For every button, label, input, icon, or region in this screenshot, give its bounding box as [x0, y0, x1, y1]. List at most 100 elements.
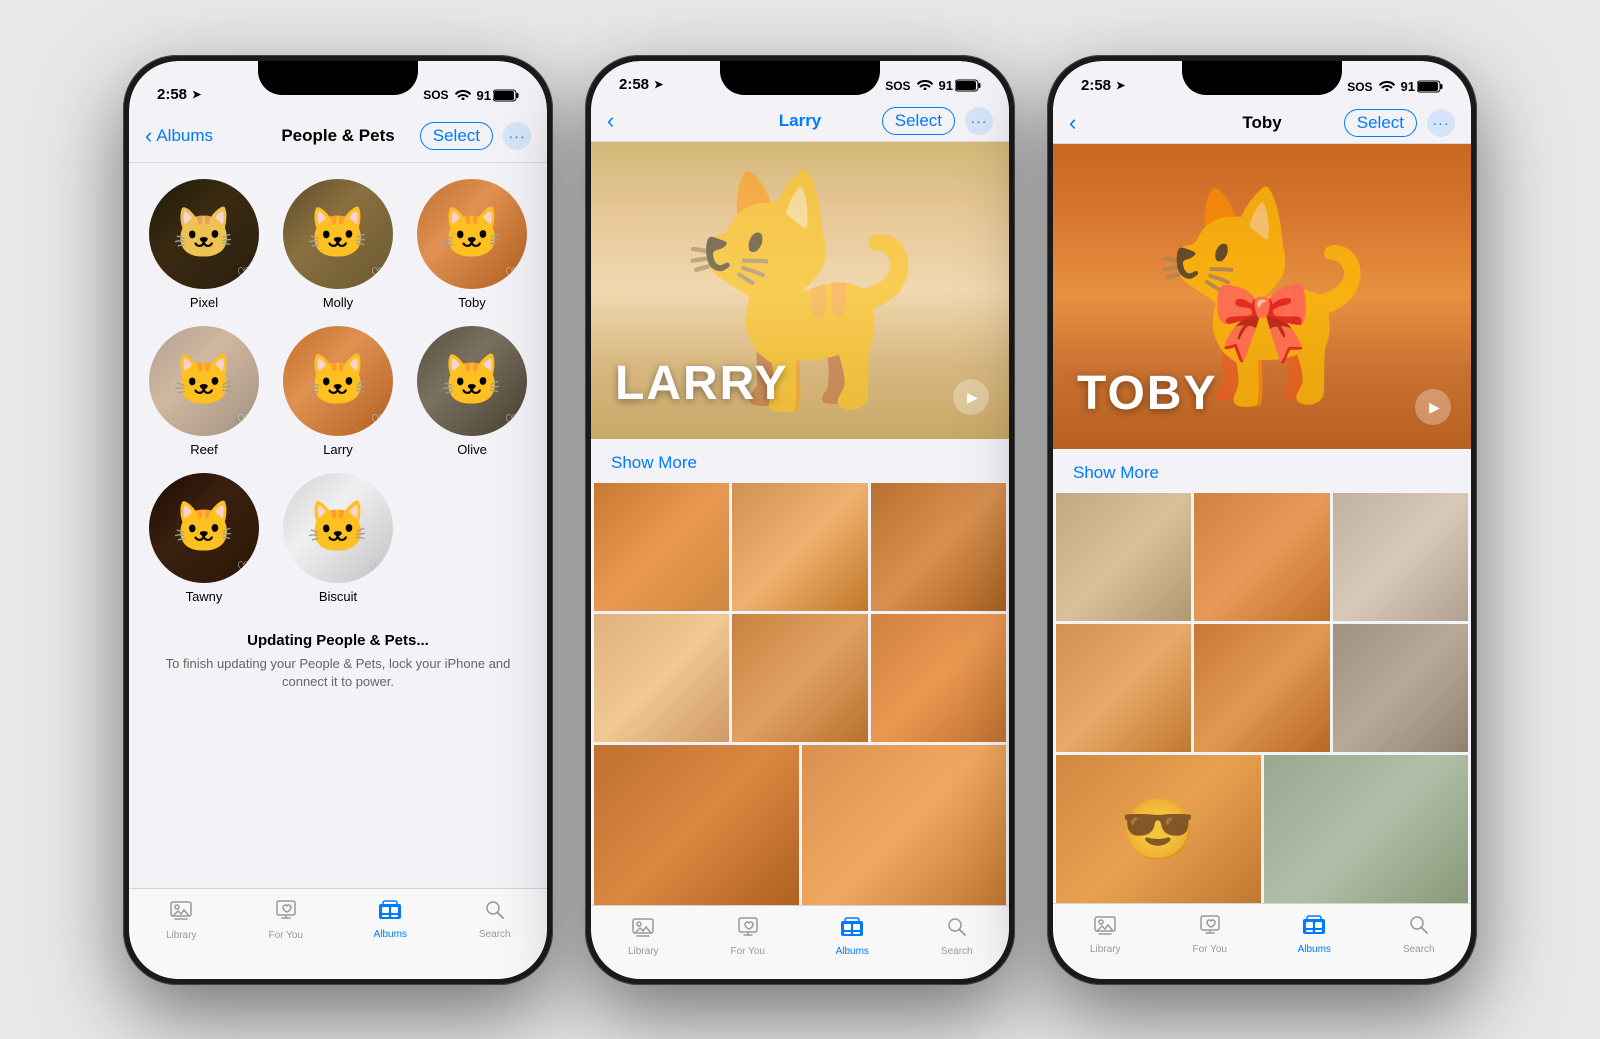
more-button-1[interactable]: ··· [503, 122, 531, 150]
pet-item-toby[interactable]: 🐱 ♡ Toby [409, 179, 535, 310]
pet-name-biscuit: Biscuit [319, 589, 357, 604]
photo-1-larry[interactable] [594, 483, 729, 611]
pet-item-larry[interactable]: 🐱 ♡ Larry [275, 326, 401, 457]
pet-item-reef[interactable]: 🐱 ♡ Reef [141, 326, 267, 457]
photo-5-larry[interactable] [732, 614, 867, 742]
pet-item-molly[interactable]: 🐱 ♡ Molly [275, 179, 401, 310]
pet-avatar-toby[interactable]: 🐱 ♡ [417, 179, 527, 289]
tab-albums-2[interactable]: Albums [800, 916, 905, 957]
status-right-2: SOS 91 [885, 78, 981, 93]
nav-bar-1: ‹ Albums People & Pets Select ··· [129, 111, 547, 163]
photo-t3[interactable] [1333, 493, 1468, 621]
scroll-area-1[interactable]: 🐱 ♡ Pixel 🐱 ♡ Molly [129, 163, 547, 888]
pet-avatar-larry[interactable]: 🐱 ♡ [283, 326, 393, 436]
sos-label-1: SOS [423, 88, 448, 102]
location-icon-2: ➤ [654, 78, 663, 91]
tab-bar-2: Library For You [591, 905, 1009, 972]
status-right-3: SOS 91 [1347, 79, 1443, 94]
pet-name-larry: Larry [323, 442, 353, 457]
photo-t4[interactable] [1056, 624, 1191, 752]
pet-item-tawny[interactable]: 🐱 ♡ Tawny [141, 473, 267, 604]
pet-avatar-olive[interactable]: 🐱 ♡ [417, 326, 527, 436]
search-icon-2 [946, 916, 968, 943]
update-notice-text: To finish updating your People & Pets, l… [159, 655, 517, 691]
pet-name-olive: Olive [457, 442, 487, 457]
photo-t1[interactable] [1056, 493, 1191, 621]
page-title-2: Larry [779, 111, 822, 131]
tab-search-3[interactable]: Search [1367, 914, 1472, 955]
photo-8-larry[interactable] [802, 745, 1007, 905]
chevron-left-icon-2: ‹ [607, 110, 614, 132]
photo-grid-toby-1 [1053, 493, 1471, 621]
tab-bar-1: Library For You [129, 888, 547, 971]
photo-grid-row2-larry [591, 742, 1009, 905]
pet-name-molly: Molly [323, 295, 353, 310]
tab-albums-1[interactable]: Albums [338, 899, 443, 940]
pet-name-tawny: Tawny [186, 589, 223, 604]
tab-foryou-2[interactable]: For You [696, 916, 801, 957]
play-button-toby[interactable]: ▶ [1415, 389, 1451, 425]
battery-2: 91 [939, 78, 981, 93]
library-icon-3 [1093, 914, 1117, 941]
select-button-3[interactable]: Select [1344, 109, 1417, 137]
tab-label-albums-2: Albums [836, 946, 869, 957]
status-time-1: 2:58 ➤ [157, 86, 201, 103]
photo-7-larry[interactable] [594, 745, 799, 905]
sos-label-3: SOS [1347, 80, 1372, 94]
tab-label-foryou-3: For You [1193, 944, 1227, 955]
play-button-larry[interactable]: ▶ [953, 379, 989, 415]
tab-library-1[interactable]: Library [129, 899, 234, 941]
photo-2-larry[interactable] [732, 483, 867, 611]
tab-label-search-2: Search [941, 946, 973, 957]
pet-avatar-biscuit[interactable]: 🐱 ♡ [283, 473, 393, 583]
photo-t6[interactable] [1333, 624, 1468, 752]
more-button-2[interactable]: ··· [965, 107, 993, 135]
notch-2 [720, 61, 880, 95]
photo-4-larry[interactable] [594, 614, 729, 742]
safe-area-2 [591, 972, 1009, 978]
ellipsis-icon-1: ··· [509, 129, 526, 143]
back-button-1[interactable]: ‹ Albums [145, 125, 213, 147]
tab-label-search-3: Search [1403, 944, 1435, 955]
tab-search-2[interactable]: Search [905, 916, 1010, 957]
chevron-left-icon-1: ‹ [145, 125, 152, 147]
heart-icon-olive: ♡ [505, 411, 519, 431]
play-icon-toby: ▶ [1429, 399, 1440, 416]
photo-3-larry[interactable] [871, 483, 1006, 611]
pet-avatar-reef[interactable]: 🐱 ♡ [149, 326, 259, 436]
tab-foryou-3[interactable]: For You [1158, 914, 1263, 955]
tab-bar-3: Library For You [1053, 903, 1471, 972]
page-title-1: People & Pets [281, 126, 394, 146]
photo-6-larry[interactable] [871, 614, 1006, 742]
pet-item-biscuit[interactable]: 🐱 ♡ Biscuit [275, 473, 401, 604]
show-more-button-toby[interactable]: Show More [1073, 463, 1159, 483]
pet-avatar-tawny[interactable]: 🐱 ♡ [149, 473, 259, 583]
select-button-1[interactable]: Select [420, 122, 493, 150]
ellipsis-icon-2: ··· [971, 114, 988, 128]
pet-avatar-molly[interactable]: 🐱 ♡ [283, 179, 393, 289]
heart-icon-tawny: ♡ [237, 558, 251, 578]
chevron-left-icon-3: ‹ [1069, 112, 1076, 134]
hero-image-larry[interactable]: 🐈 LARRY ▶ [591, 142, 1009, 439]
select-button-2[interactable]: Select [882, 107, 955, 135]
tab-search-1[interactable]: Search [443, 899, 548, 940]
tab-library-3[interactable]: Library [1053, 914, 1158, 955]
status-right-1: SOS 91 [423, 88, 519, 103]
update-notice: Updating People & Pets... To finish upda… [129, 612, 547, 707]
photo-t8[interactable] [1264, 755, 1469, 903]
back-button-3[interactable]: ‹ [1069, 112, 1076, 134]
back-button-2[interactable]: ‹ [607, 110, 614, 132]
pet-avatar-pixel[interactable]: 🐱 ♡ [149, 179, 259, 289]
show-more-button-larry[interactable]: Show More [611, 453, 697, 473]
pet-item-olive[interactable]: 🐱 ♡ Olive [409, 326, 535, 457]
more-button-3[interactable]: ··· [1427, 109, 1455, 137]
photo-t7[interactable]: 😎 [1056, 755, 1261, 903]
hero-image-toby[interactable]: 🐈 🎀 TOBY ▶ [1053, 144, 1471, 449]
photo-t5[interactable] [1194, 624, 1329, 752]
pet-item-pixel[interactable]: 🐱 ♡ Pixel [141, 179, 267, 310]
photo-t2[interactable] [1194, 493, 1329, 621]
tab-albums-3[interactable]: Albums [1262, 914, 1367, 955]
nav-actions-3: Select ··· [1344, 109, 1455, 137]
tab-foryou-1[interactable]: For You [234, 899, 339, 941]
tab-library-2[interactable]: Library [591, 916, 696, 957]
